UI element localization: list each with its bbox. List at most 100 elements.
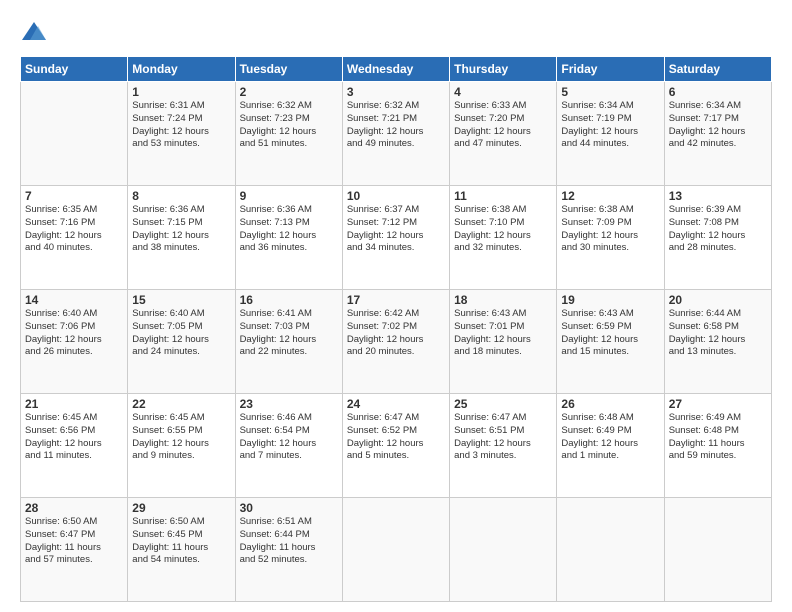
- day-info: Sunrise: 6:40 AM Sunset: 7:05 PM Dayligh…: [132, 308, 230, 359]
- day-info: Sunrise: 6:32 AM Sunset: 7:23 PM Dayligh…: [240, 100, 338, 151]
- day-number: 3: [347, 85, 445, 99]
- calendar-cell: 28Sunrise: 6:50 AM Sunset: 6:47 PM Dayli…: [21, 498, 128, 602]
- day-number: 12: [561, 189, 659, 203]
- calendar-cell: [664, 498, 771, 602]
- calendar-header-row: SundayMondayTuesdayWednesdayThursdayFrid…: [21, 57, 772, 82]
- calendar-day-header: Monday: [128, 57, 235, 82]
- calendar-body: 1Sunrise: 6:31 AM Sunset: 7:24 PM Daylig…: [21, 82, 772, 602]
- day-number: 24: [347, 397, 445, 411]
- calendar-cell: 25Sunrise: 6:47 AM Sunset: 6:51 PM Dayli…: [450, 394, 557, 498]
- calendar-cell: 17Sunrise: 6:42 AM Sunset: 7:02 PM Dayli…: [342, 290, 449, 394]
- day-number: 26: [561, 397, 659, 411]
- calendar-cell: [557, 498, 664, 602]
- calendar-cell: 3Sunrise: 6:32 AM Sunset: 7:21 PM Daylig…: [342, 82, 449, 186]
- calendar-day-header: Friday: [557, 57, 664, 82]
- day-info: Sunrise: 6:34 AM Sunset: 7:17 PM Dayligh…: [669, 100, 767, 151]
- calendar-cell: 19Sunrise: 6:43 AM Sunset: 6:59 PM Dayli…: [557, 290, 664, 394]
- calendar-cell: 12Sunrise: 6:38 AM Sunset: 7:09 PM Dayli…: [557, 186, 664, 290]
- day-info: Sunrise: 6:39 AM Sunset: 7:08 PM Dayligh…: [669, 204, 767, 255]
- day-number: 16: [240, 293, 338, 307]
- calendar-cell: 23Sunrise: 6:46 AM Sunset: 6:54 PM Dayli…: [235, 394, 342, 498]
- day-number: 21: [25, 397, 123, 411]
- day-info: Sunrise: 6:47 AM Sunset: 6:51 PM Dayligh…: [454, 412, 552, 463]
- calendar-cell: 20Sunrise: 6:44 AM Sunset: 6:58 PM Dayli…: [664, 290, 771, 394]
- day-info: Sunrise: 6:36 AM Sunset: 7:13 PM Dayligh…: [240, 204, 338, 255]
- day-number: 13: [669, 189, 767, 203]
- day-info: Sunrise: 6:40 AM Sunset: 7:06 PM Dayligh…: [25, 308, 123, 359]
- logo: [20, 18, 52, 46]
- day-info: Sunrise: 6:32 AM Sunset: 7:21 PM Dayligh…: [347, 100, 445, 151]
- calendar-week-row: 1Sunrise: 6:31 AM Sunset: 7:24 PM Daylig…: [21, 82, 772, 186]
- calendar-cell: 11Sunrise: 6:38 AM Sunset: 7:10 PM Dayli…: [450, 186, 557, 290]
- day-info: Sunrise: 6:45 AM Sunset: 6:55 PM Dayligh…: [132, 412, 230, 463]
- calendar-day-header: Wednesday: [342, 57, 449, 82]
- day-info: Sunrise: 6:43 AM Sunset: 6:59 PM Dayligh…: [561, 308, 659, 359]
- day-info: Sunrise: 6:41 AM Sunset: 7:03 PM Dayligh…: [240, 308, 338, 359]
- day-info: Sunrise: 6:48 AM Sunset: 6:49 PM Dayligh…: [561, 412, 659, 463]
- calendar-week-row: 14Sunrise: 6:40 AM Sunset: 7:06 PM Dayli…: [21, 290, 772, 394]
- day-number: 6: [669, 85, 767, 99]
- day-info: Sunrise: 6:31 AM Sunset: 7:24 PM Dayligh…: [132, 100, 230, 151]
- calendar-cell: 2Sunrise: 6:32 AM Sunset: 7:23 PM Daylig…: [235, 82, 342, 186]
- calendar-week-row: 28Sunrise: 6:50 AM Sunset: 6:47 PM Dayli…: [21, 498, 772, 602]
- day-info: Sunrise: 6:47 AM Sunset: 6:52 PM Dayligh…: [347, 412, 445, 463]
- logo-icon: [20, 18, 48, 46]
- day-number: 10: [347, 189, 445, 203]
- day-number: 4: [454, 85, 552, 99]
- day-number: 14: [25, 293, 123, 307]
- calendar-cell: 29Sunrise: 6:50 AM Sunset: 6:45 PM Dayli…: [128, 498, 235, 602]
- calendar-cell: 16Sunrise: 6:41 AM Sunset: 7:03 PM Dayli…: [235, 290, 342, 394]
- calendar-week-row: 7Sunrise: 6:35 AM Sunset: 7:16 PM Daylig…: [21, 186, 772, 290]
- calendar-day-header: Saturday: [664, 57, 771, 82]
- calendar-cell: 4Sunrise: 6:33 AM Sunset: 7:20 PM Daylig…: [450, 82, 557, 186]
- calendar-cell: 1Sunrise: 6:31 AM Sunset: 7:24 PM Daylig…: [128, 82, 235, 186]
- calendar-cell: [342, 498, 449, 602]
- calendar-cell: 24Sunrise: 6:47 AM Sunset: 6:52 PM Dayli…: [342, 394, 449, 498]
- calendar-cell: [450, 498, 557, 602]
- day-number: 2: [240, 85, 338, 99]
- day-info: Sunrise: 6:45 AM Sunset: 6:56 PM Dayligh…: [25, 412, 123, 463]
- calendar-cell: 9Sunrise: 6:36 AM Sunset: 7:13 PM Daylig…: [235, 186, 342, 290]
- calendar-day-header: Sunday: [21, 57, 128, 82]
- day-number: 7: [25, 189, 123, 203]
- day-number: 8: [132, 189, 230, 203]
- day-number: 30: [240, 501, 338, 515]
- day-number: 22: [132, 397, 230, 411]
- day-info: Sunrise: 6:36 AM Sunset: 7:15 PM Dayligh…: [132, 204, 230, 255]
- calendar-day-header: Tuesday: [235, 57, 342, 82]
- day-info: Sunrise: 6:42 AM Sunset: 7:02 PM Dayligh…: [347, 308, 445, 359]
- calendar-cell: 14Sunrise: 6:40 AM Sunset: 7:06 PM Dayli…: [21, 290, 128, 394]
- day-info: Sunrise: 6:50 AM Sunset: 6:47 PM Dayligh…: [25, 516, 123, 567]
- day-info: Sunrise: 6:46 AM Sunset: 6:54 PM Dayligh…: [240, 412, 338, 463]
- calendar-table: SundayMondayTuesdayWednesdayThursdayFrid…: [20, 56, 772, 602]
- day-number: 9: [240, 189, 338, 203]
- calendar-week-row: 21Sunrise: 6:45 AM Sunset: 6:56 PM Dayli…: [21, 394, 772, 498]
- day-info: Sunrise: 6:44 AM Sunset: 6:58 PM Dayligh…: [669, 308, 767, 359]
- day-number: 19: [561, 293, 659, 307]
- calendar-cell: 8Sunrise: 6:36 AM Sunset: 7:15 PM Daylig…: [128, 186, 235, 290]
- day-info: Sunrise: 6:43 AM Sunset: 7:01 PM Dayligh…: [454, 308, 552, 359]
- day-number: 18: [454, 293, 552, 307]
- day-number: 25: [454, 397, 552, 411]
- calendar-cell: 26Sunrise: 6:48 AM Sunset: 6:49 PM Dayli…: [557, 394, 664, 498]
- calendar-cell: [21, 82, 128, 186]
- day-number: 1: [132, 85, 230, 99]
- calendar-cell: 13Sunrise: 6:39 AM Sunset: 7:08 PM Dayli…: [664, 186, 771, 290]
- calendar-cell: 10Sunrise: 6:37 AM Sunset: 7:12 PM Dayli…: [342, 186, 449, 290]
- day-number: 11: [454, 189, 552, 203]
- day-info: Sunrise: 6:50 AM Sunset: 6:45 PM Dayligh…: [132, 516, 230, 567]
- day-info: Sunrise: 6:33 AM Sunset: 7:20 PM Dayligh…: [454, 100, 552, 151]
- header: [20, 18, 772, 46]
- calendar-day-header: Thursday: [450, 57, 557, 82]
- day-number: 27: [669, 397, 767, 411]
- day-info: Sunrise: 6:51 AM Sunset: 6:44 PM Dayligh…: [240, 516, 338, 567]
- calendar-cell: 15Sunrise: 6:40 AM Sunset: 7:05 PM Dayli…: [128, 290, 235, 394]
- day-info: Sunrise: 6:38 AM Sunset: 7:09 PM Dayligh…: [561, 204, 659, 255]
- day-number: 20: [669, 293, 767, 307]
- calendar-cell: 27Sunrise: 6:49 AM Sunset: 6:48 PM Dayli…: [664, 394, 771, 498]
- day-info: Sunrise: 6:37 AM Sunset: 7:12 PM Dayligh…: [347, 204, 445, 255]
- calendar-cell: 7Sunrise: 6:35 AM Sunset: 7:16 PM Daylig…: [21, 186, 128, 290]
- calendar-cell: 30Sunrise: 6:51 AM Sunset: 6:44 PM Dayli…: [235, 498, 342, 602]
- calendar-cell: 6Sunrise: 6:34 AM Sunset: 7:17 PM Daylig…: [664, 82, 771, 186]
- calendar-cell: 5Sunrise: 6:34 AM Sunset: 7:19 PM Daylig…: [557, 82, 664, 186]
